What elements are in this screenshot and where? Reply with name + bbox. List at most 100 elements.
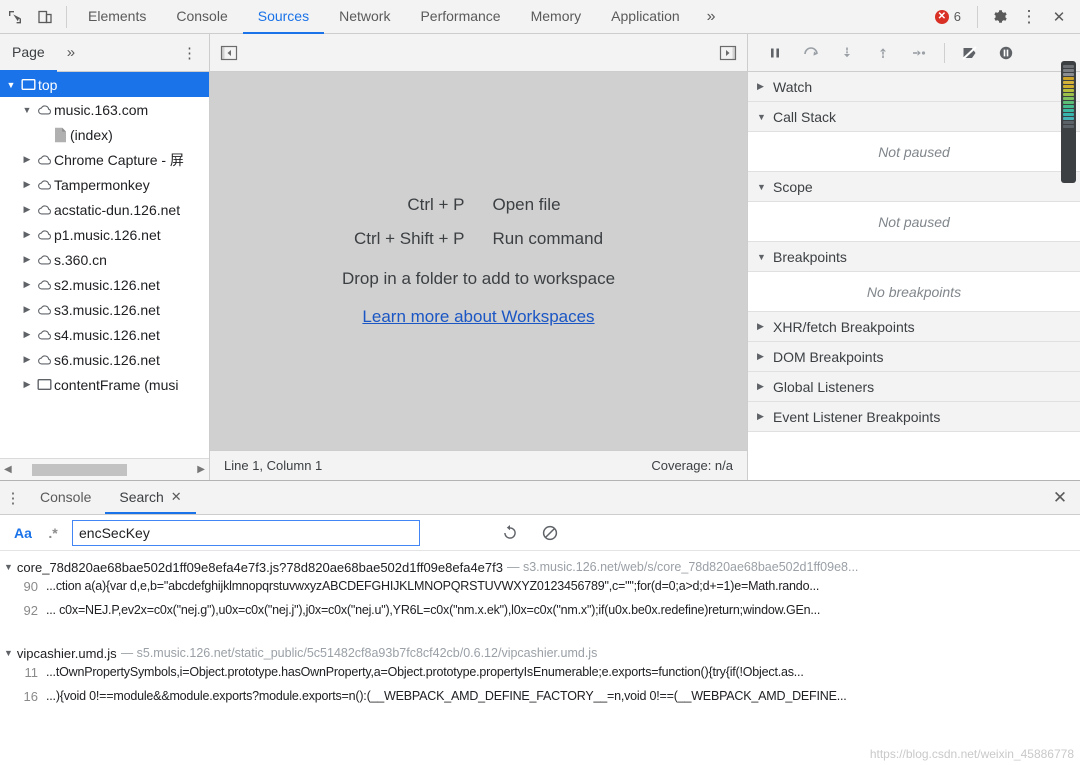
section-toggle-icon[interactable]: ▼: [757, 112, 766, 122]
tree-expand-arrow-icon[interactable]: ▶: [20, 229, 34, 240]
close-icon[interactable]: ✕: [1044, 2, 1074, 32]
tab-network[interactable]: Network: [324, 0, 405, 34]
error-count-badge[interactable]: ✕ 6: [925, 9, 971, 24]
panel-collapse-right-icon[interactable]: [717, 43, 739, 63]
tab-sources[interactable]: Sources: [242, 0, 325, 34]
step-over-button[interactable]: [794, 39, 828, 67]
main-menu-icon[interactable]: ⋮: [1014, 2, 1044, 32]
section-toggle-icon[interactable]: ▶: [757, 321, 766, 332]
section-toggle-icon[interactable]: ▼: [757, 182, 766, 192]
section-header-scope[interactable]: ▼ Scope: [748, 172, 1080, 202]
drawer-close-icon[interactable]: ✕: [1040, 481, 1080, 514]
drawer-menu-icon[interactable]: ⋮: [0, 481, 26, 514]
tree-item-top[interactable]: ▼ top: [0, 72, 209, 97]
tree-expand-arrow-icon[interactable]: ▶: [20, 179, 34, 190]
tree-expand-arrow-icon[interactable]: ▼: [20, 105, 34, 115]
section-header-global-listeners[interactable]: ▶ Global Listeners: [748, 372, 1080, 402]
tree-item-tampermonkey[interactable]: ▶ Tampermonkey: [0, 172, 209, 197]
result-toggle-icon[interactable]: ▼: [4, 648, 13, 658]
tree-item-chrome-capture[interactable]: ▶ Chrome Capture - 屏: [0, 147, 209, 172]
match-case-toggle[interactable]: Aa: [8, 525, 38, 541]
search-input[interactable]: [72, 519, 420, 546]
section-header-breakpoints[interactable]: ▼ Breakpoints: [748, 242, 1080, 272]
error-count-label: 6: [953, 9, 961, 24]
navigator-horizontal-scrollbar[interactable]: ◀ ▶: [0, 458, 209, 480]
tab-application[interactable]: Application: [596, 0, 695, 34]
result-toggle-icon[interactable]: ▼: [4, 562, 13, 572]
navigator-tab-page[interactable]: Page: [0, 34, 57, 72]
tree-item-label: s4.music.126.net: [54, 326, 160, 343]
section-header-xhr-fetch-breakpoints[interactable]: ▶ XHR/fetch Breakpoints: [748, 312, 1080, 342]
tree-item-index[interactable]: (index): [0, 122, 209, 147]
navigator-menu-icon[interactable]: ⋮: [170, 34, 209, 72]
section-header-dom-breakpoints[interactable]: ▶ DOM Breakpoints: [748, 342, 1080, 372]
navigator-more-icon[interactable]: »: [57, 34, 85, 72]
tree-item-s2-music-126-net[interactable]: ▶ s2.music.126.net: [0, 272, 209, 297]
tree-item-label: s6.music.126.net: [54, 351, 160, 368]
tree-item-s3-music-126-net[interactable]: ▶ s3.music.126.net: [0, 297, 209, 322]
more-tabs-icon[interactable]: »: [695, 0, 728, 34]
search-result-line[interactable]: 92 ... c0x=NEJ.P,ev2x=c0x("nej.g"),u0x=c0…: [0, 603, 1080, 627]
device-toolbar-icon[interactable]: [30, 2, 60, 32]
tree-expand-arrow-icon[interactable]: ▶: [20, 204, 34, 215]
tree-expand-arrow-icon[interactable]: ▶: [20, 154, 34, 165]
tree-expand-arrow-icon[interactable]: ▶: [20, 329, 34, 340]
tree-item-p1-music-126-net[interactable]: ▶ p1.music.126.net: [0, 222, 209, 247]
section-header-watch[interactable]: ▶ Watch: [748, 72, 1080, 102]
tree-expand-arrow-icon[interactable]: ▶: [20, 379, 34, 390]
tree-item-acstatic-dun-126-net[interactable]: ▶ acstatic-dun.126.net: [0, 197, 209, 222]
section-toggle-icon[interactable]: ▶: [757, 81, 766, 92]
panel-collapse-left-icon[interactable]: [218, 43, 240, 63]
search-result-line[interactable]: 90 ...ction a(a){var d,e,b="abcdefghijklm…: [0, 579, 1080, 603]
debugger-minimap-scrollbar[interactable]: [1061, 61, 1076, 183]
scroll-right-arrow-icon[interactable]: ▶: [197, 464, 205, 475]
tree-item-music-163-com[interactable]: ▼ music.163.com: [0, 97, 209, 122]
search-result-file[interactable]: ▼ vipcashier.umd.js — s5.music.126.net/sta…: [0, 641, 1080, 665]
tab-elements[interactable]: Elements: [73, 0, 161, 34]
tab-performance[interactable]: Performance: [405, 0, 515, 34]
result-line-number: 92: [23, 603, 38, 618]
drawer-tab-search-close-icon[interactable]: ✕: [171, 489, 182, 505]
tree-item-label: (index): [70, 126, 113, 143]
section-toggle-icon[interactable]: ▶: [757, 411, 766, 422]
editor-placeholder: Ctrl + P Open file Ctrl + Shift + P Run …: [210, 72, 747, 450]
scrollbar-track[interactable]: [18, 463, 192, 476]
clear-icon[interactable]: [530, 524, 570, 542]
drawer-tab-search[interactable]: Search ✕: [105, 481, 196, 514]
tree-item-s6-music-126-net[interactable]: ▶ s6.music.126.net: [0, 347, 209, 372]
tab-memory[interactable]: Memory: [516, 0, 597, 34]
scroll-left-arrow-icon[interactable]: ◀: [4, 464, 12, 475]
deactivate-breakpoints-button[interactable]: [953, 39, 987, 67]
drawer-tab-console[interactable]: Console: [26, 481, 105, 514]
tree-expand-arrow-icon[interactable]: ▶: [20, 304, 34, 315]
tab-console[interactable]: Console: [161, 0, 242, 34]
tree-item-label: acstatic-dun.126.net: [54, 201, 181, 218]
pause-on-exceptions-button[interactable]: [989, 39, 1023, 67]
section-header-call-stack[interactable]: ▼ Call Stack: [748, 102, 1080, 132]
inspect-icon[interactable]: [0, 2, 30, 32]
refresh-icon[interactable]: [490, 524, 530, 542]
gear-icon[interactable]: [984, 2, 1014, 32]
step-into-button[interactable]: [830, 39, 864, 67]
section-toggle-icon[interactable]: ▼: [757, 252, 766, 262]
section-header-event-listener-breakpoints[interactable]: ▶ Event Listener Breakpoints: [748, 402, 1080, 432]
search-result-file[interactable]: ▼ core_78d820ae68bae502d1ff09e8efa4e7f3.j…: [0, 555, 1080, 579]
result-file-name: vipcashier.umd.js: [16, 645, 117, 661]
step-out-button[interactable]: [866, 39, 900, 67]
tree-expand-arrow-icon[interactable]: ▶: [20, 279, 34, 290]
tree-expand-arrow-icon[interactable]: ▼: [4, 80, 18, 90]
learn-more-workspaces-link[interactable]: Learn more about Workspaces: [362, 307, 594, 327]
tree-item-s4-music-126-net[interactable]: ▶ s4.music.126.net: [0, 322, 209, 347]
step-button[interactable]: [902, 39, 936, 67]
section-toggle-icon[interactable]: ▶: [757, 381, 766, 392]
tree-item-s-360-cn[interactable]: ▶ s.360.cn: [0, 247, 209, 272]
search-result-line[interactable]: 11 ...tOwnPropertySymbols,i=Object.protot…: [0, 665, 1080, 689]
tree-expand-arrow-icon[interactable]: ▶: [20, 354, 34, 365]
regex-toggle[interactable]: .*: [38, 525, 68, 541]
search-result-line[interactable]: 16 ...){void 0!==module&&module.exports?m…: [0, 689, 1080, 713]
tree-item-contentframe-musi[interactable]: ▶ contentFrame (musi: [0, 372, 209, 397]
section-toggle-icon[interactable]: ▶: [757, 351, 766, 362]
tree-expand-arrow-icon[interactable]: ▶: [20, 254, 34, 265]
resume-button[interactable]: [758, 39, 792, 67]
scrollbar-thumb[interactable]: [31, 463, 127, 476]
